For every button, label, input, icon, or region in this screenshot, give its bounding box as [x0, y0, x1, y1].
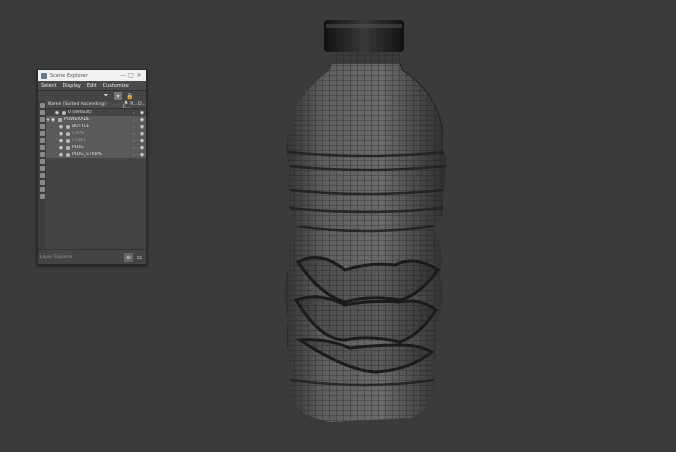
shape-filter-icon[interactable] [39, 117, 45, 122]
menu-display[interactable]: Display [62, 83, 80, 89]
layers-icon[interactable]: ▾ [114, 92, 122, 100]
layer-label: BOTTLE [72, 124, 90, 129]
layer-icon [58, 117, 62, 122]
funnel-icon[interactable]: ⏷ [102, 92, 110, 100]
close-button[interactable]: ✕ [135, 70, 143, 81]
spacewarp-filter-icon[interactable] [39, 145, 45, 150]
camera-filter-icon[interactable] [39, 131, 45, 136]
freeze-toggle-icon[interactable]: ▫ [130, 110, 138, 115]
tree-header: Name (Sorted Ascending) ▲ F... R... D... [46, 100, 146, 110]
menu-select[interactable]: Select [41, 83, 56, 89]
group-filter-icon[interactable] [39, 152, 45, 157]
explorer-side-toolbar [38, 101, 46, 264]
layer-explorer-toggle[interactable]: ≡ [124, 252, 133, 262]
visibility-eye-icon[interactable]: ◉ [58, 124, 64, 130]
layer-row[interactable]: ◉ PLUG ▫ ◉ [46, 144, 146, 151]
column-display[interactable]: D... [138, 102, 146, 107]
layer-label: PLUG_STRIPS [72, 152, 102, 157]
render-toggle-icon[interactable]: ◉ [138, 152, 146, 158]
render-toggle-icon[interactable]: ◉ [138, 124, 146, 130]
visibility-eye-icon[interactable]: ◉ [58, 138, 64, 144]
object-icon [66, 145, 70, 150]
render-toggle-icon[interactable]: ◉ [138, 145, 146, 151]
layer-row[interactable]: ◉ LABEL ▫ ◉ [46, 137, 146, 144]
frozen-filter-icon[interactable] [39, 180, 45, 185]
layer-row[interactable]: ◉ PLUG_STRIPS ▫ ◉ [46, 151, 146, 158]
object-icon [66, 138, 70, 143]
render-toggle-icon[interactable]: ◉ [138, 110, 146, 116]
layer-label: LABEL [72, 138, 87, 143]
menu-edit[interactable]: Edit [87, 83, 97, 89]
layer-row[interactable]: ▼ ◉ POWERADE ▫ ◉ [46, 116, 146, 123]
light-filter-icon[interactable] [39, 124, 45, 129]
container-filter-icon[interactable] [39, 173, 45, 178]
freeze-toggle-icon[interactable]: ▫ [130, 117, 138, 122]
visibility-eye-icon[interactable]: ◉ [50, 117, 56, 123]
visibility-eye-icon[interactable]: ◉ [54, 110, 60, 116]
layer-row[interactable]: ◉ BOTTLE ▫ ◉ [46, 123, 146, 130]
freeze-toggle-icon[interactable]: ▫ [130, 152, 138, 157]
freeze-toggle-icon[interactable]: ▫ [130, 145, 138, 150]
column-frozen[interactable]: ▲ F... [122, 100, 130, 110]
column-render[interactable]: R... [130, 102, 138, 107]
visibility-eye-icon[interactable]: ◉ [58, 145, 64, 151]
layer-row[interactable]: ◉ CAPS ▫ ◉ [46, 130, 146, 137]
app-icon [41, 72, 47, 79]
layer-label: PLUG [72, 145, 84, 150]
scene-explorer-window: Scene Explorer — □ ✕ Select Display Edit… [37, 69, 147, 265]
freeze-toggle-icon[interactable]: ▫ [130, 131, 138, 136]
window-title: Scene Explorer [50, 72, 88, 79]
layer-row[interactable]: ◉ 0 (default) ▫ ◉ [46, 109, 146, 116]
hidden-filter-icon[interactable] [39, 187, 45, 192]
menu-customize[interactable]: Customize [103, 83, 129, 89]
object-icon [66, 131, 70, 136]
maximize-button[interactable]: □ [127, 70, 135, 81]
minimize-button[interactable]: — [119, 70, 127, 81]
xref-filter-icon[interactable] [39, 159, 45, 164]
column-name[interactable]: Name (Sorted Ascending) [48, 102, 122, 107]
explorer-footer: Layer Explorer ≡ ⚏ [38, 249, 146, 264]
object-icon [66, 152, 70, 157]
layer-label: POWERADE [64, 117, 90, 122]
footer-label: Layer Explorer [40, 254, 73, 260]
freeze-toggle-icon[interactable]: ▫ [130, 138, 138, 143]
layer-tree: Name (Sorted Ascending) ▲ F... R... D...… [46, 100, 146, 250]
render-toggle-icon[interactable]: ◉ [138, 117, 146, 123]
tree-rows: ◉ 0 (default) ▫ ◉ ▼ ◉ POWERADE ▫ ◉ ◉ BOTTLE ▫ ◉ ◉ CAPS… [46, 109, 146, 158]
geometry-filter-icon[interactable] [39, 110, 45, 115]
render-toggle-icon[interactable]: ◉ [138, 131, 146, 137]
display-all-icon[interactable] [39, 103, 45, 108]
visibility-eye-icon[interactable]: ◉ [58, 152, 64, 158]
bone-filter-icon[interactable] [39, 166, 45, 171]
layer-label: CAPS [72, 131, 84, 136]
explorer-menu-bar: Select Display Edit Customize [38, 81, 146, 91]
visibility-eye-icon[interactable]: ◉ [58, 131, 64, 137]
scene-explorer-toggle[interactable]: ⚏ [135, 253, 144, 262]
freeze-toggle-icon[interactable]: ▫ [130, 124, 138, 129]
object-icon [66, 124, 70, 129]
helper-filter-icon[interactable] [39, 138, 45, 143]
render-toggle-icon[interactable]: ◉ [138, 138, 146, 144]
layer-label: 0 (default) [68, 110, 92, 115]
explorer-title-bar[interactable]: Scene Explorer — □ ✕ [38, 70, 146, 81]
object-icon [62, 110, 66, 115]
all-filter-icon[interactable] [39, 194, 45, 199]
